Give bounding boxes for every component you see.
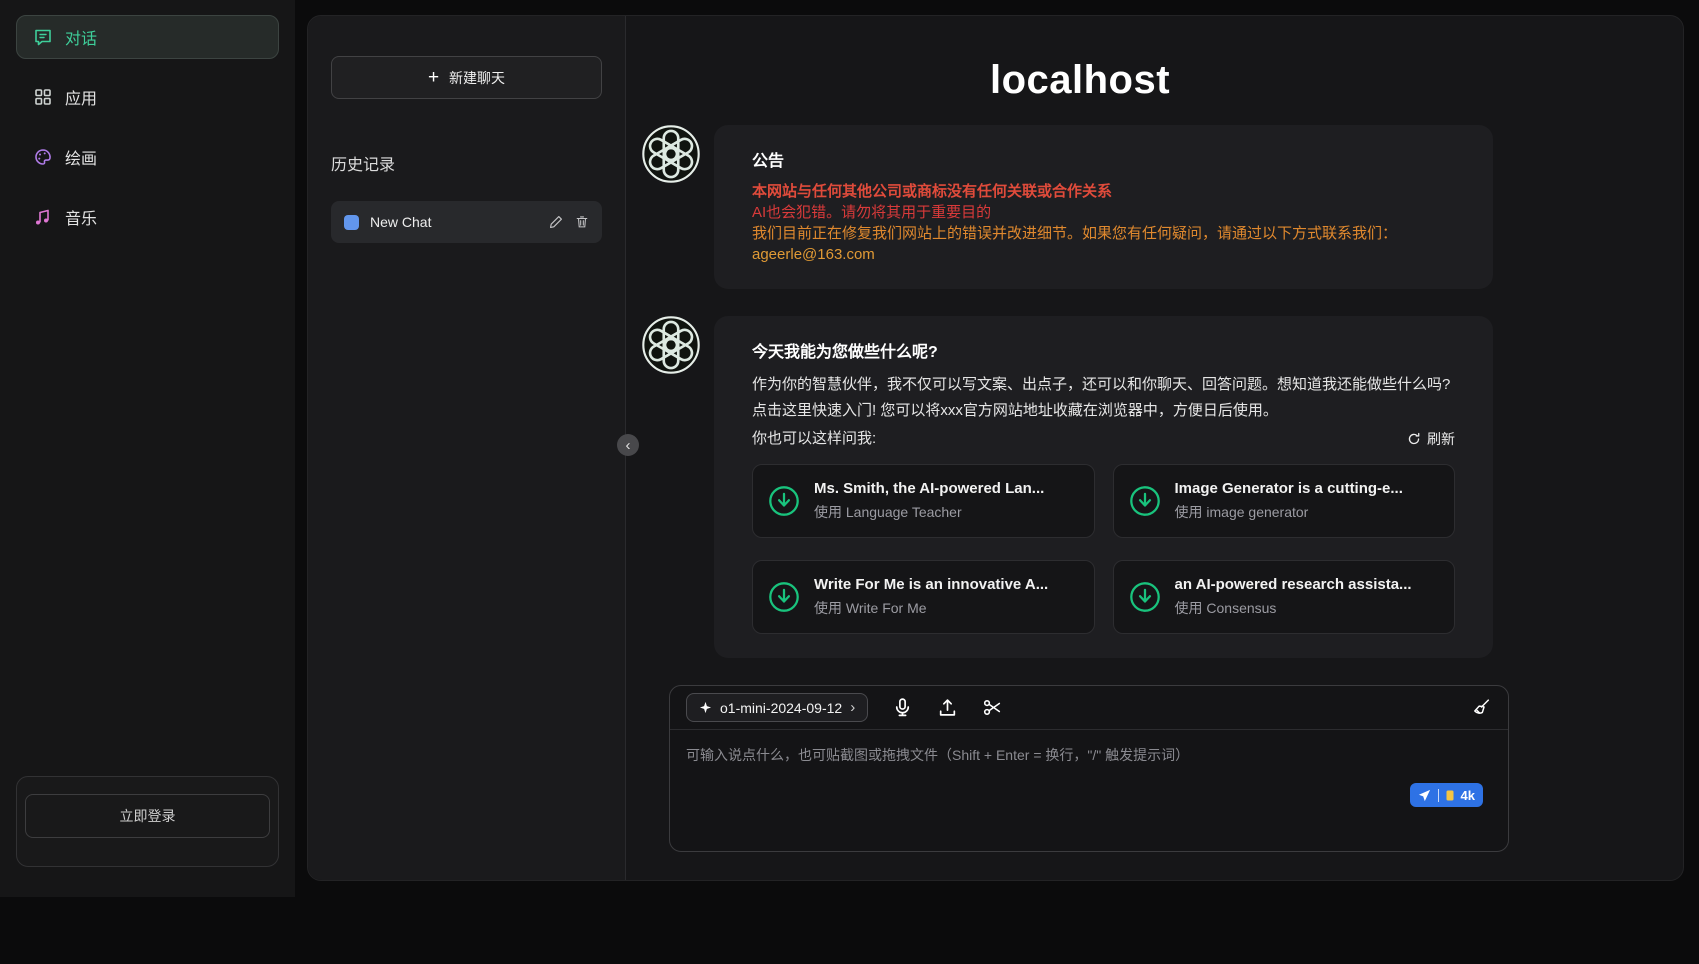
suggestion-title: Write For Me is an innovative A... bbox=[814, 576, 1048, 593]
assistant-avatar-openai-icon bbox=[642, 316, 700, 374]
chat-item-actions bbox=[549, 215, 589, 229]
suggestion-grid: Ms. Smith, the AI-powered Lan... 使用 Lang… bbox=[752, 464, 1455, 634]
circle-arrow-icon bbox=[1128, 484, 1162, 518]
trash-icon[interactable] bbox=[575, 215, 589, 229]
sidebar-item-label: 应用 bbox=[65, 85, 97, 109]
scissors-icon[interactable] bbox=[982, 697, 1003, 718]
sidebar-item-music[interactable]: 音乐 bbox=[16, 195, 279, 239]
model-label: o1-mini-2024-09-12 bbox=[720, 700, 842, 716]
welcome-bubble: 今天我能为您做些什么呢? 作为你的智慧伙伴，我不仅可以写文案、出点子，还可以和你… bbox=[714, 316, 1493, 658]
apps-grid-icon bbox=[33, 87, 53, 107]
ask-label: 你也可以这样问我: bbox=[752, 426, 876, 452]
chat-body: localhost bbox=[642, 58, 1518, 852]
announcement-line-2: AI也会犯错。请勿将其用于重要目的 bbox=[752, 202, 1455, 223]
sidebar-item-apps[interactable]: 应用 bbox=[16, 75, 279, 119]
model-selector[interactable]: o1-mini-2024-09-12 › bbox=[686, 693, 868, 722]
app-root: 对话 应用 绘画 bbox=[0, 0, 1699, 964]
microphone-icon[interactable] bbox=[892, 697, 913, 718]
plus-icon: + bbox=[428, 68, 439, 87]
announcement-title: 公告 bbox=[752, 147, 1455, 171]
suggestion-card[interactable]: Write For Me is an innovative A... 使用 Wr… bbox=[752, 560, 1095, 634]
login-button[interactable]: 立即登录 bbox=[25, 794, 270, 838]
music-note-icon bbox=[33, 207, 53, 227]
edit-pencil-icon[interactable] bbox=[549, 215, 563, 229]
sidebar-item-label: 音乐 bbox=[65, 205, 97, 229]
refresh-button[interactable]: 刷新 bbox=[1407, 429, 1455, 449]
new-chat-button[interactable]: + 新建聊天 bbox=[331, 56, 602, 99]
chat-list-item[interactable]: New Chat bbox=[331, 201, 602, 243]
chevron-left-icon: ‹ bbox=[626, 438, 631, 453]
suggestion-subtitle: 使用 Language Teacher bbox=[814, 502, 1044, 522]
token-count: 4k bbox=[1461, 788, 1475, 803]
suggestion-card[interactable]: Ms. Smith, the AI-powered Lan... 使用 Lang… bbox=[752, 464, 1095, 538]
welcome-title: 今天我能为您做些什么呢? bbox=[752, 338, 1455, 362]
input-toolbar: o1-mini-2024-09-12 › bbox=[670, 686, 1508, 730]
sparkle-icon bbox=[699, 701, 712, 714]
suggestion-subtitle: 使用 Consensus bbox=[1175, 598, 1412, 618]
suggestion-texts: Ms. Smith, the AI-powered Lan... 使用 Lang… bbox=[814, 480, 1044, 522]
sidebar: 对话 应用 绘画 bbox=[0, 0, 295, 897]
new-chat-label: 新建聊天 bbox=[449, 68, 505, 88]
chat-bubble-icon bbox=[33, 27, 53, 47]
contact-email-link[interactable]: ageerle@163.com bbox=[752, 246, 875, 263]
history-heading: 历史记录 bbox=[331, 151, 602, 175]
announcement-line-1: 本网站与任何其他公司或商标没有任何关联或合作关系 bbox=[752, 181, 1455, 202]
announcement-bubble: 公告 本网站与任何其他公司或商标没有任何关联或合作关系 AI也会犯错。请勿将其用… bbox=[714, 125, 1493, 289]
welcome-body: 作为你的智慧伙伴，我不仅可以写文案、出点子，还可以和你聊天、回答问题。想知道我还… bbox=[752, 372, 1455, 424]
suggestion-title: Ms. Smith, the AI-powered Lan... bbox=[814, 480, 1044, 497]
chevron-right-icon: › bbox=[850, 699, 855, 716]
suggestion-texts: an AI-powered research assista... 使用 Con… bbox=[1175, 576, 1412, 618]
chat-color-icon bbox=[344, 215, 359, 230]
sidebar-item-label: 绘画 bbox=[65, 145, 97, 169]
announcement-line-3: 我们目前正在修复我们网站上的错误并改进细节。如果您有任何疑问，请通过以下方式联系… bbox=[752, 223, 1455, 244]
chat-item-title: New Chat bbox=[370, 214, 431, 230]
suggestion-texts: Image Generator is a cutting-e... 使用 ima… bbox=[1175, 480, 1403, 522]
suggestion-title: an AI-powered research assista... bbox=[1175, 576, 1412, 593]
message-input[interactable] bbox=[670, 730, 1508, 850]
page-title: localhost bbox=[642, 58, 1518, 103]
login-box: 立即登录 bbox=[16, 776, 279, 867]
chat-list-panel: + 新建聊天 历史记录 New Chat bbox=[308, 16, 626, 880]
message-welcome: 今天我能为您做些什么呢? 作为你的智慧伙伴，我不仅可以写文案、出点子，还可以和你… bbox=[642, 316, 1518, 658]
assistant-avatar-openai-icon bbox=[642, 125, 700, 183]
content-panel: + 新建聊天 历史记录 New Chat bbox=[307, 15, 1684, 881]
circle-arrow-icon bbox=[767, 484, 801, 518]
suggestion-subtitle: 使用 image generator bbox=[1175, 502, 1403, 522]
paper-plane-icon bbox=[1418, 789, 1431, 802]
sidebar-item-drawing[interactable]: 绘画 bbox=[16, 135, 279, 179]
suggestion-card[interactable]: an AI-powered research assista... 使用 Con… bbox=[1113, 560, 1456, 634]
upload-icon[interactable] bbox=[937, 697, 958, 718]
suggestion-texts: Write For Me is an innovative A... 使用 Wr… bbox=[814, 576, 1048, 618]
token-battery-icon bbox=[1446, 789, 1454, 801]
message-announcement: 公告 本网站与任何其他公司或商标没有任何关联或合作关系 AI也会犯错。请勿将其用… bbox=[642, 125, 1518, 289]
refresh-label: 刷新 bbox=[1427, 429, 1455, 449]
circle-arrow-icon bbox=[1128, 580, 1162, 614]
suggestion-title: Image Generator is a cutting-e... bbox=[1175, 480, 1403, 497]
send-button[interactable]: 4k bbox=[1410, 783, 1483, 807]
collapse-sidebar-handle[interactable]: ‹ bbox=[617, 434, 639, 456]
clear-broom-icon[interactable] bbox=[1471, 697, 1492, 718]
palette-icon bbox=[33, 147, 53, 167]
suggestion-card[interactable]: Image Generator is a cutting-e... 使用 ima… bbox=[1113, 464, 1456, 538]
refresh-icon bbox=[1407, 432, 1421, 446]
chat-input-panel: o1-mini-2024-09-12 › bbox=[669, 685, 1509, 852]
chat-main: localhost bbox=[626, 16, 1683, 880]
circle-arrow-icon bbox=[767, 580, 801, 614]
badge-divider bbox=[1438, 789, 1439, 802]
ask-row: 你也可以这样问我: 刷新 bbox=[752, 426, 1455, 452]
sidebar-item-chat[interactable]: 对话 bbox=[16, 15, 279, 59]
suggestion-subtitle: 使用 Write For Me bbox=[814, 598, 1048, 618]
sidebar-item-label: 对话 bbox=[65, 25, 97, 49]
